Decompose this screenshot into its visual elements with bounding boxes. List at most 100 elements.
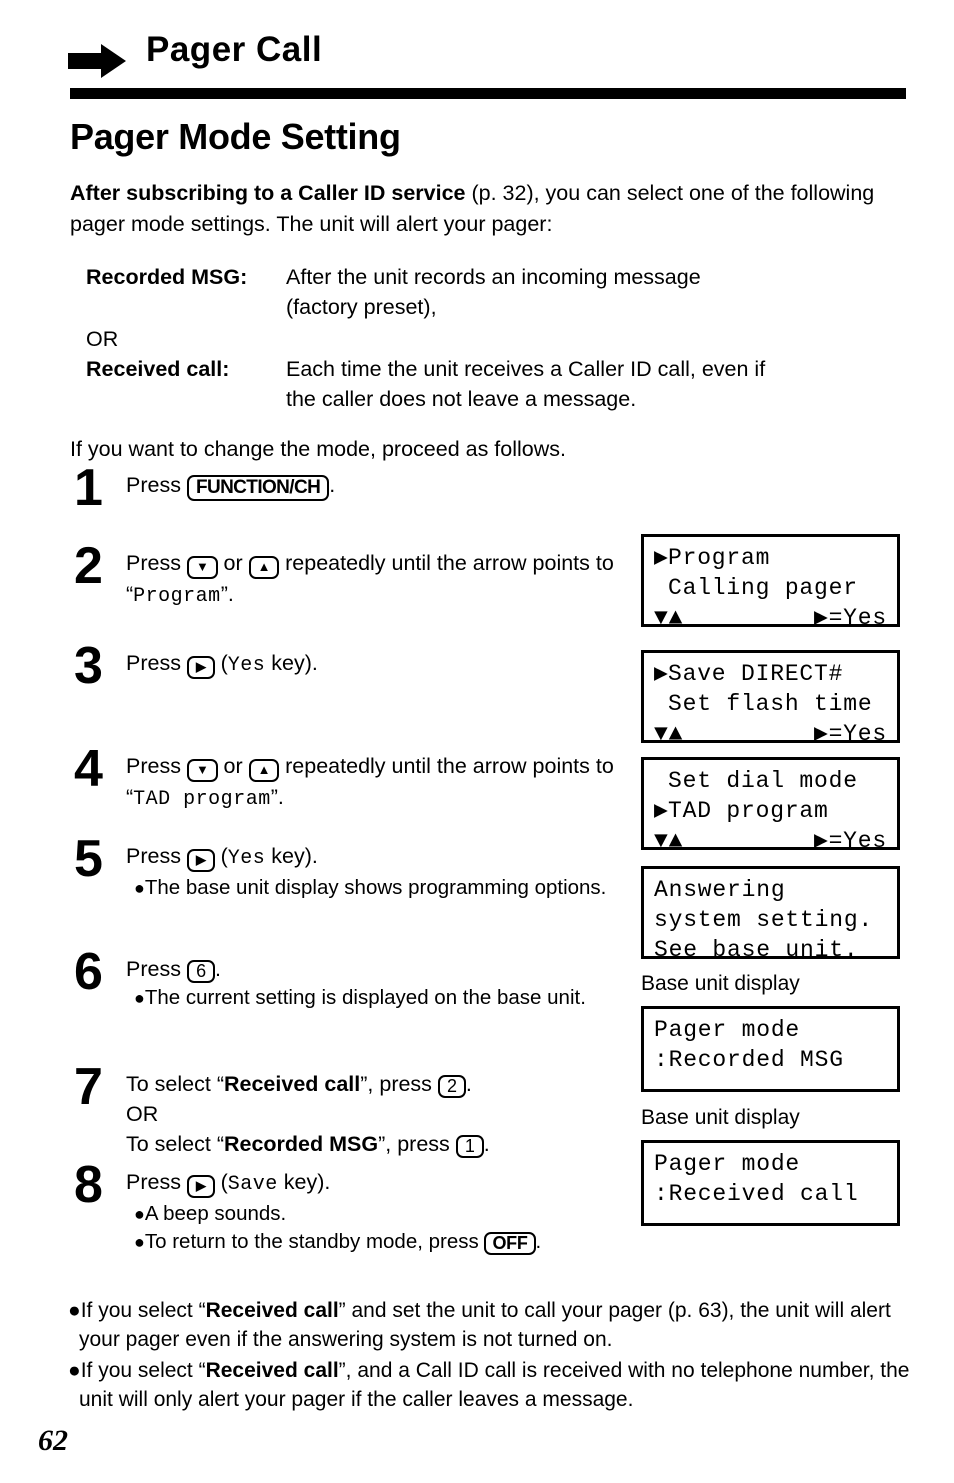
step-tail: . [483,1132,490,1156]
display-line-2: Calling pager [654,573,887,603]
right-arrow-icon [68,44,128,78]
step-number: 4 [74,740,103,798]
display-line-1-text: Set dial mode [668,768,858,794]
key-up-arrow-icon[interactable]: ▲ [248,759,280,782]
footnote-pre: If you select “ [80,1299,206,1322]
pointer-placeholder [654,573,668,603]
page-title: Pager Call [146,30,323,69]
base-unit-display-caption: Base unit display [641,972,800,995]
paren-open: ( [214,844,228,868]
mode-name-received-call: Received call [205,1299,339,1322]
definition-description-cont: (factory preset), [286,295,437,319]
page-number: 62 [38,1424,68,1457]
select-label: To select “ [126,1132,224,1156]
definition-description-cont: the caller does not leave a message. [286,387,637,411]
scroll-arrows-icon: ▼▲ [654,605,684,631]
key-down-arrow-icon[interactable]: ▼ [186,556,218,579]
step-note-text: A beep sounds. [144,1202,287,1225]
display-answering-system: Answering system setting. See base unit. [641,866,900,963]
step-tail: . [329,473,336,497]
display-pager-mode-recorded: Pager mode :Recorded MSG [641,1006,900,1092]
lead-in-text: If you want to change the mode, proceed … [70,437,566,461]
pointer-arrow-icon: ▶ [654,798,669,824]
footnote-2: ●If you select “Received call”, and a Ca… [68,1356,918,1414]
bullet-icon: ● [68,1359,81,1382]
key-1[interactable]: 1 [455,1135,484,1158]
paren-rest: key). [277,1170,331,1194]
key-2[interactable]: 2 [437,1075,466,1098]
definition-received-call: Received call: Each time the unit receiv… [86,354,916,384]
key-6[interactable]: 6 [186,960,215,983]
paren-rest: key). [265,651,318,675]
key-right-arrow-icon[interactable]: ▶ [186,849,215,872]
step-text-end: ”. [270,784,284,809]
display-line-2-text: TAD program [668,798,829,824]
pointer-placeholder [654,766,668,796]
key-function-name: Save [227,1173,278,1196]
mode-name-recorded-msg: Recorded MSG [223,1132,379,1156]
mode-name-received-call: Received call [205,1359,339,1382]
step-text: To select “Received call”, press 2. OR T… [126,1069,630,1159]
display-line-2: :Received call [654,1181,859,1207]
bullet-icon: ● [134,988,145,1008]
step-text: Press 6. ●The current setting is display… [126,954,630,1012]
key-off[interactable]: OFF [484,1232,536,1255]
definition-description: Each time the unit receives a Caller ID … [286,357,766,381]
step-7: 7 To select “Received call”, press 2. OR… [70,1061,630,1167]
display-footer: ▼▲ ▶=Yes [654,603,887,633]
step-text: Press ▶ (Yes key). ●The base unit displa… [126,841,630,902]
footnote-pre: If you select “ [80,1359,206,1382]
key-right-arrow-icon[interactable]: ▶ [186,656,215,679]
step-7-line-2: To select “Recorded MSG”, press 1. [126,1129,630,1159]
definition-list: Recorded MSG: After the unit records an … [86,262,916,414]
paren-open: ( [214,1170,228,1194]
select-label: To select “ [126,1072,224,1096]
or-label: or [217,754,249,778]
key-right-arrow-icon[interactable]: ▶ [186,1175,215,1198]
display-value-reference: TAD program [133,787,271,811]
header-divider [70,88,906,99]
or-label: or [217,551,249,575]
display-line-2-text: Set flash time [668,691,873,717]
display-line-2: :Recorded MSG [654,1047,844,1073]
key-up-arrow-icon[interactable]: ▲ [248,556,280,579]
press-label: Press [126,957,187,981]
display-line-3: See base unit. [654,937,859,963]
step-text: Press ▶ (Yes key). [126,648,630,681]
press-label: ”, press [378,1132,456,1156]
display-line-2-text: Calling pager [668,575,858,601]
display-line-1: ▶Save DIRECT# [654,659,887,689]
press-label: Press [126,844,187,868]
step-number: 5 [74,830,103,888]
definition-term: Received call: [86,357,230,381]
step-list: 1 Press FUNCTION/CH. 2 Press ▼ or ▲ repe… [70,462,630,1277]
key-down-arrow-icon[interactable]: ▼ [186,759,218,782]
section-title: Pager Mode Setting [70,116,401,157]
pointer-arrow-icon: ▶ [654,661,669,687]
step-1: 1 Press FUNCTION/CH. [70,462,630,548]
step-2: 2 Press ▼ or ▲ repeatedly until the arro… [70,540,630,648]
step-number: 2 [74,537,103,595]
footnote-1: ●If you select “Received call” and set t… [68,1296,918,1354]
bullet-icon: ● [134,1232,145,1252]
step-text-end: ”. [220,581,234,606]
definition-term: Recorded MSG: [86,265,248,289]
display-line-1: Answering [654,877,786,903]
display-save-direct: ▶Save DIRECT# Set flash time ▼▲ ▶=Yes [641,650,900,747]
display-line-2: ▶TAD program [654,796,887,826]
display-footer: ▼▲ ▶=Yes [654,826,887,856]
pointer-arrow-icon: ▶ [654,545,669,571]
step-6: 6 Press 6. ●The current setting is displ… [70,946,630,1069]
bullet-icon: ● [68,1299,81,1322]
step-number: 3 [74,637,103,695]
step-number: 7 [74,1058,103,1116]
key-function-ch[interactable]: FUNCTION/CH [186,475,330,501]
step-8: 8 Press ▶ (Save key). ●A beep sounds. ●T… [70,1159,630,1277]
definition-separator: OR [86,327,119,351]
step-text: Press ▼ or ▲ repeatedly until the arrow … [126,751,630,815]
step-number: 1 [74,459,103,517]
key-function-name: Yes [227,654,266,677]
step-note-text: To return to the standby mode, press [144,1230,485,1253]
step-note: ●The current setting is displayed on the… [134,984,630,1012]
step-tail: . [214,957,221,981]
